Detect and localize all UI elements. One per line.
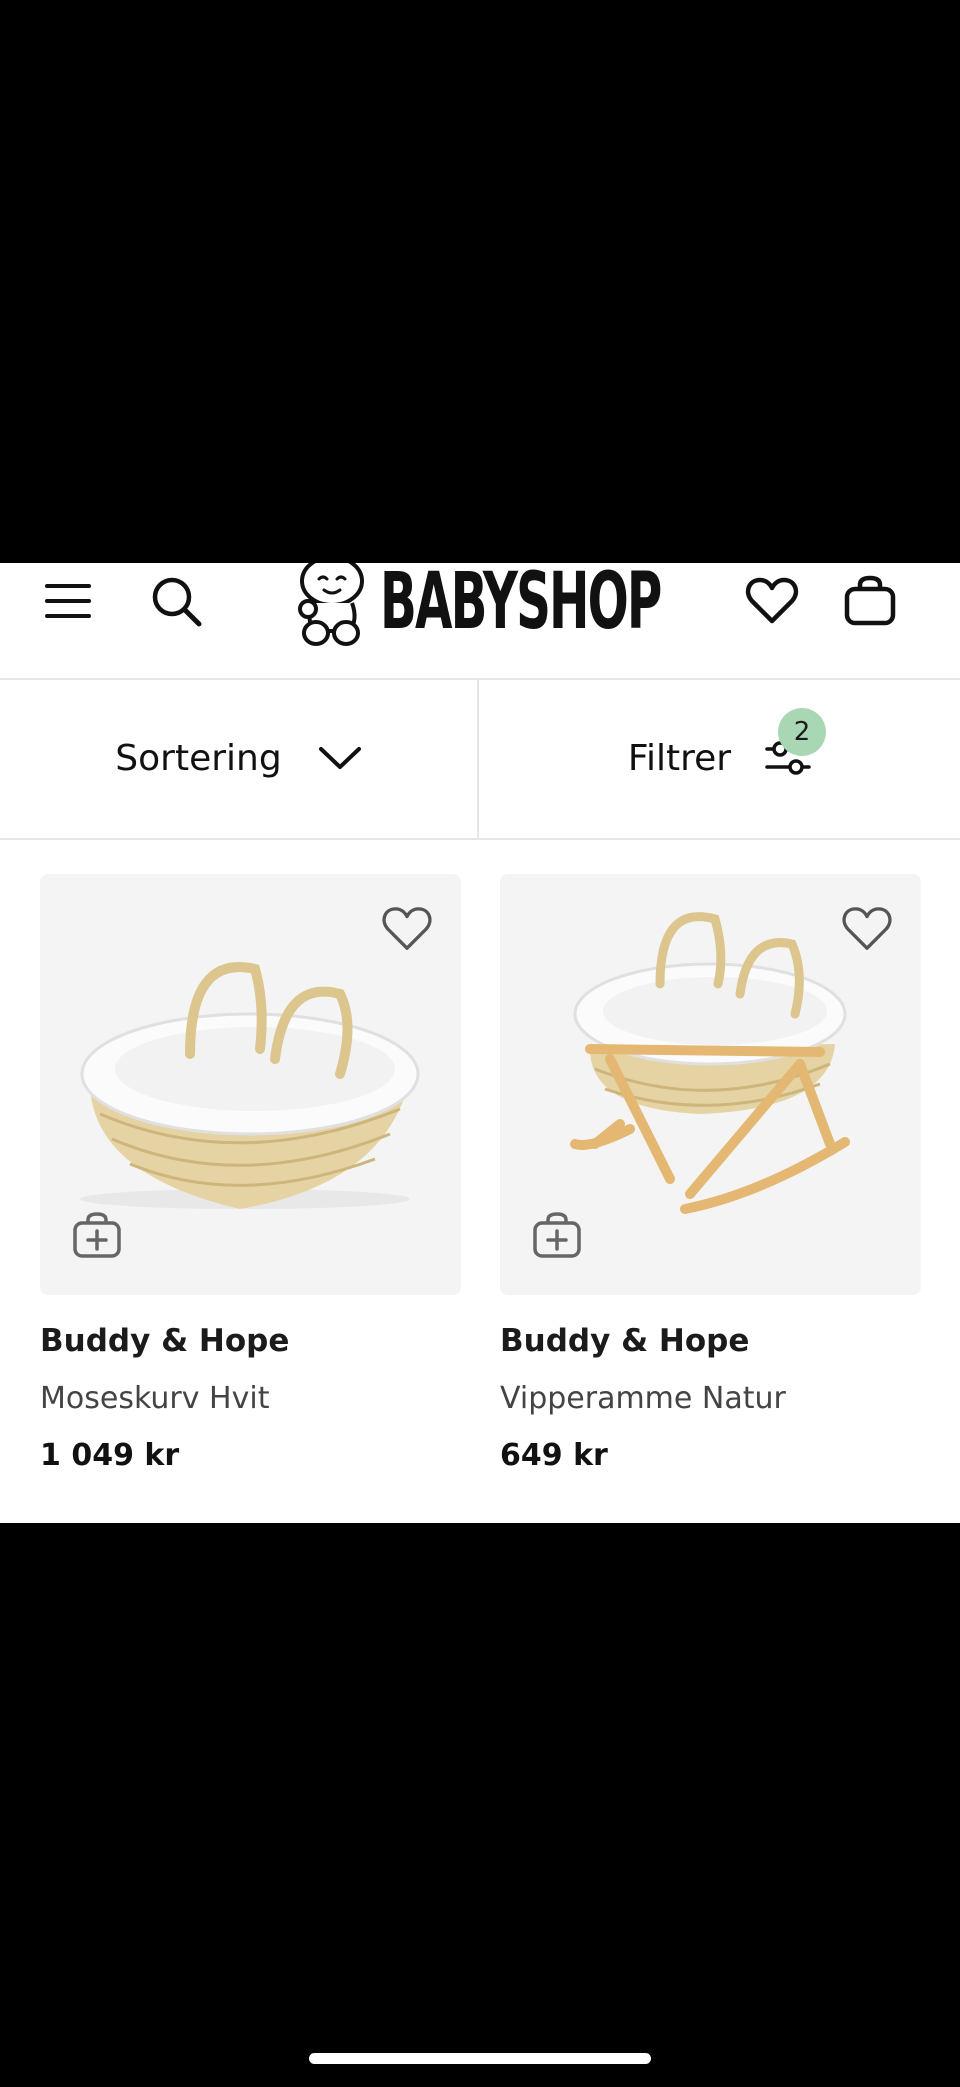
- bag-icon[interactable]: [840, 571, 900, 631]
- product-brand: Buddy & Hope: [40, 1323, 290, 1359]
- product-name[interactable]: Moseskurv Hvit: [40, 1381, 461, 1416]
- product-image[interactable]: [40, 874, 461, 1295]
- sort-button[interactable]: Sortering: [0, 678, 479, 838]
- product-image[interactable]: [500, 874, 921, 1295]
- add-to-cart-icon[interactable]: [532, 1211, 582, 1263]
- app-screen: BABYSHOP Sortering Filtrer 2 Buddy & Hop…: [0, 563, 960, 1523]
- logo-wordmark: BABYSHOP: [380, 563, 662, 647]
- product-card[interactable]: Buddy & Hope Vipperamme Natur 649 kr: [500, 874, 921, 1473]
- product-name[interactable]: Vipperamme Natur: [500, 1381, 921, 1416]
- sort-filter-bar: Sortering Filtrer 2: [0, 678, 960, 840]
- search-icon[interactable]: [146, 571, 206, 631]
- filter-button[interactable]: Filtrer 2: [479, 678, 960, 838]
- product-price: 649 kr: [500, 1438, 608, 1473]
- product-card[interactable]: Buddy & Hope Moseskurv Hvit 1 049 kr: [40, 874, 461, 1473]
- product-brand: Buddy & Hope: [500, 1323, 750, 1359]
- menu-icon[interactable]: [38, 571, 98, 631]
- sort-label: Sortering: [115, 737, 282, 779]
- home-indicator[interactable]: [309, 2053, 651, 2064]
- favorite-heart-icon[interactable]: [381, 906, 433, 956]
- baby-mascot-icon: [298, 563, 364, 646]
- top-header: BABYSHOP: [0, 563, 960, 680]
- product-price: 1 049 kr: [40, 1438, 180, 1473]
- favorite-heart-icon[interactable]: [841, 906, 893, 956]
- chevron-down-icon: [318, 747, 361, 769]
- filter-count-badge: 2: [778, 708, 826, 756]
- filter-label: Filtrer: [627, 737, 732, 779]
- add-to-cart-icon[interactable]: [72, 1211, 122, 1263]
- heart-icon[interactable]: [742, 571, 802, 631]
